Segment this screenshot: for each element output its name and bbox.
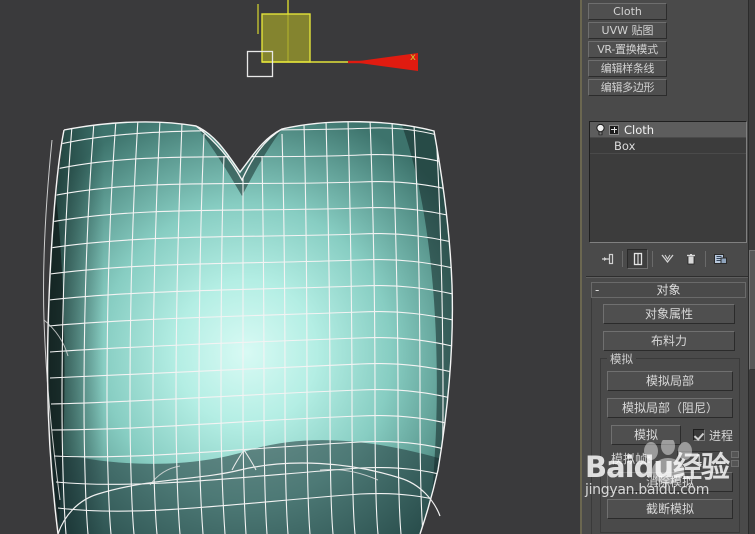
- simulate-local-damped-button[interactable]: 模拟局部（阻尼）: [607, 398, 733, 418]
- modifier-button-uvw-map[interactable]: UVW 贴图: [588, 22, 667, 39]
- application-window: x Cloth UVW 贴图 VR-置换模式 编辑样条线 编辑多边形 Cloth…: [0, 0, 755, 534]
- command-panel[interactable]: Cloth UVW 贴图 VR-置换模式 编辑样条线 编辑多边形 Cloth B…: [580, 0, 755, 534]
- modifier-stack-toolbar[interactable]: [589, 248, 747, 270]
- progress-checkbox[interactable]: 进程: [693, 427, 733, 444]
- cloth-pillow-object[interactable]: [42, 110, 455, 534]
- simulate-row: 模拟 进程: [601, 425, 739, 445]
- toolbar-separator: [652, 251, 653, 267]
- toolbar-separator: [622, 251, 623, 267]
- viewport-perspective[interactable]: x: [0, 0, 580, 534]
- expand-modifier-icon[interactable]: [609, 124, 619, 135]
- modifier-button-cloth[interactable]: Cloth: [588, 3, 667, 20]
- progress-checkbox-label: 进程: [709, 428, 734, 443]
- viewport-canvas[interactable]: x: [0, 0, 580, 534]
- panel-divider: [586, 276, 750, 278]
- rollout-collapse-icon[interactable]: -: [595, 283, 599, 297]
- sim-frame-label: 模拟帧:: [611, 452, 652, 466]
- rollout-object-title: 对象: [656, 283, 681, 297]
- checkbox-box-icon[interactable]: [693, 429, 705, 441]
- simulation-group: 模拟 模拟局部 模拟局部（阻尼） 模拟 进程 模拟帧: 1 消除模拟 截断模拟: [600, 351, 740, 533]
- toolbar-separator: [705, 251, 706, 267]
- modifier-stack-item-label: Cloth: [624, 122, 655, 137]
- command-panel-scrollbar[interactable]: [748, 0, 755, 534]
- modifier-stack-item-box[interactable]: Box: [590, 138, 746, 154]
- scrollbar-thumb[interactable]: [749, 250, 755, 370]
- modifier-stack-list[interactable]: Cloth Box: [589, 121, 747, 243]
- lightbulb-icon[interactable]: [594, 123, 607, 136]
- rollout-object: - 对象 对象属性 布料力 模拟 模拟局部 模拟局部（阻尼） 模拟 进程 模拟帧…: [591, 282, 746, 534]
- erase-simulation-button[interactable]: 消除模拟: [607, 472, 733, 492]
- spinner-down-icon[interactable]: [731, 459, 739, 467]
- simulate-local-button[interactable]: 模拟局部: [607, 371, 733, 391]
- axis-label-x: x: [410, 52, 416, 63]
- configure-modifier-sets-icon[interactable]: [710, 249, 731, 269]
- make-unique-icon[interactable]: [657, 249, 678, 269]
- sim-frame-value[interactable]: 1: [677, 450, 721, 467]
- modifier-button-edit-poly[interactable]: 编辑多边形: [588, 79, 667, 96]
- simulation-group-title: 模拟: [607, 351, 636, 367]
- rollout-object-body: 对象属性 布料力 模拟 模拟局部 模拟局部（阻尼） 模拟 进程 模拟帧: 1 消…: [591, 298, 746, 534]
- modifier-button-empty-slot: [588, 98, 667, 115]
- rollout-object-header[interactable]: - 对象: [591, 282, 746, 298]
- show-end-result-icon[interactable]: [627, 249, 648, 269]
- remove-modifier-icon[interactable]: [680, 249, 701, 269]
- pin-stack-icon[interactable]: [597, 249, 618, 269]
- gizmo-xy-plane-handle[interactable]: [261, 13, 311, 63]
- cloth-forces-button[interactable]: 布料力: [603, 331, 735, 351]
- modifier-button-vr-displace[interactable]: VR-置换模式: [588, 41, 667, 58]
- modifier-stack-item-cloth[interactable]: Cloth: [590, 122, 746, 138]
- truncate-simulation-button[interactable]: 截断模拟: [607, 499, 733, 519]
- spinner-up-icon[interactable]: [731, 450, 739, 458]
- object-properties-button[interactable]: 对象属性: [603, 304, 735, 324]
- simulate-button[interactable]: 模拟: [611, 425, 681, 445]
- modifier-set-buttons[interactable]: Cloth UVW 贴图 VR-置换模式 编辑样条线 编辑多边形: [586, 0, 750, 117]
- modifier-stack-item-label: Box: [614, 138, 636, 153]
- sim-frame-row: 模拟帧: 1: [601, 450, 739, 467]
- modifier-button-edit-spline[interactable]: 编辑样条线: [588, 60, 667, 77]
- sim-frame-spinner[interactable]: [731, 450, 739, 467]
